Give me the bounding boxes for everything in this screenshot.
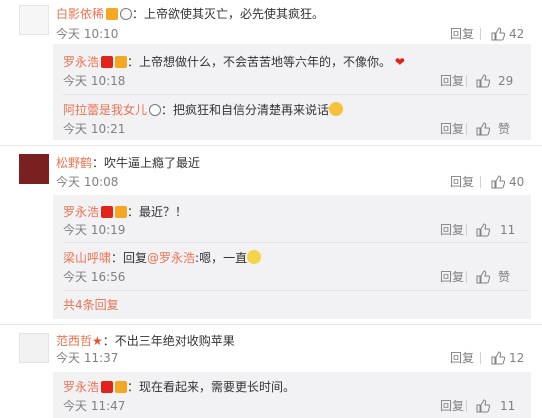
reply-button[interactable]: 回复 [440, 222, 464, 238]
reply-body: ：最近？！ [127, 205, 188, 219]
like-icon[interactable] [476, 270, 490, 284]
verified-icon [101, 56, 114, 68]
divider [480, 352, 481, 364]
vip-icon [115, 381, 128, 393]
avatar[interactable] [19, 333, 49, 363]
heart-icon: ❤ [394, 55, 405, 69]
divider [0, 324, 542, 325]
comment-body: ：吹牛逼上瘾了最近 [92, 156, 201, 170]
like-icon[interactable] [476, 399, 490, 413]
vip-icon [106, 8, 119, 20]
reply-text: 阿拉蕾是我女儿 ：把疯狂和自信分清楚再来说话 [63, 102, 344, 118]
more-replies-link[interactable]: 共4条回复 [63, 297, 119, 313]
vip-icon [115, 56, 128, 68]
timestamp: 今天 11:37 [56, 351, 119, 365]
like-icon[interactable] [491, 27, 505, 41]
comment-body: ：不出三年绝对收购苹果 [102, 334, 235, 348]
like-count: 29 [498, 74, 514, 88]
comment-text: 白影依稀 ：上帝欲使其灭亡，必先使其疯狂。 [56, 6, 324, 22]
timestamp: 今天 16:56 [63, 270, 126, 284]
verified-icon [101, 206, 114, 218]
emoji-icon [247, 250, 262, 264]
reply-button[interactable]: 回复 [450, 350, 474, 366]
verified-icon [101, 381, 114, 393]
reply-text: 罗永浩 ：现在看起来，需要更长时间。 [63, 379, 295, 395]
timestamp: 今天 11:47 [63, 399, 126, 413]
reply-author[interactable]: 梁山呼啸 [63, 251, 111, 265]
reply-author[interactable]: 罗永浩 [63, 55, 99, 69]
divider [466, 123, 467, 135]
divider [63, 290, 528, 291]
like-icon[interactable] [491, 351, 505, 365]
divider [466, 75, 467, 87]
star-icon: ★ [92, 334, 103, 348]
reply-button[interactable]: 回复 [440, 398, 464, 414]
panda-icon [120, 8, 133, 20]
reply-body: ：现在看起来，需要更长时间。 [127, 380, 296, 394]
comment-text: 松野鹤：吹牛逼上瘾了最近 [56, 155, 200, 171]
divider [0, 145, 542, 146]
reply-body: :嗯，一直 [195, 251, 248, 265]
comment-author[interactable]: 白影依稀 [56, 7, 104, 21]
like-button-label[interactable]: 赞 [498, 269, 510, 285]
reply-author[interactable]: 阿拉蕾是我女儿 [63, 103, 147, 117]
avatar[interactable] [19, 5, 49, 35]
like-icon[interactable] [476, 223, 490, 237]
reply-text: 罗永浩 ：上帝想做什么，不会苦苦地等六年的，不像你。 ❤ [63, 54, 405, 70]
like-count: 40 [509, 175, 525, 189]
divider [480, 176, 481, 188]
mention-link[interactable]: @罗永浩 [147, 251, 195, 265]
divider [63, 242, 528, 243]
avatar[interactable] [19, 154, 49, 184]
divider [480, 28, 481, 40]
reply-text: 梁山呼啸：回复@罗永浩:嗯，一直 [63, 250, 262, 266]
comment-text: 范西哲★：不出三年绝对收购苹果 [56, 333, 235, 349]
timestamp: 今天 10:18 [63, 74, 126, 88]
like-icon[interactable] [476, 122, 490, 136]
like-button-label[interactable]: 赞 [498, 121, 510, 137]
emoji-icon [329, 102, 344, 116]
reply-body: ：回复 [111, 251, 148, 265]
like-count: 11 [500, 223, 516, 237]
comment-body: ：上帝欲使其灭亡，必先使其疯狂。 [132, 7, 325, 21]
reply-body: ：上帝想做什么，不会苦苦地等六年的，不像你。 [127, 55, 392, 69]
reply-author[interactable]: 罗永浩 [63, 380, 99, 394]
divider [63, 94, 528, 95]
reply-button[interactable]: 回复 [440, 121, 464, 137]
timestamp: 今天 10:08 [56, 175, 119, 189]
like-icon[interactable] [476, 74, 490, 88]
timestamp: 今天 10:19 [63, 223, 126, 237]
timestamp: 今天 10:21 [63, 122, 126, 136]
reply-button[interactable]: 回复 [440, 269, 464, 285]
reply-author[interactable]: 罗永浩 [63, 205, 99, 219]
reply-button[interactable]: 回复 [440, 73, 464, 89]
reply-text: 罗永浩 ：最近？！ [63, 204, 187, 220]
timestamp: 今天 10:10 [56, 27, 119, 41]
vip-icon [115, 206, 128, 218]
reply-button[interactable]: 回复 [450, 174, 474, 190]
divider [466, 400, 467, 412]
comment-author[interactable]: 范西哲 [56, 334, 92, 348]
reply-button[interactable]: 回复 [450, 26, 474, 42]
reply-body: ：把疯狂和自信分清楚再来说话 [161, 103, 330, 117]
like-icon[interactable] [491, 175, 505, 189]
divider [466, 224, 467, 236]
like-count: 12 [509, 351, 525, 365]
divider [466, 271, 467, 283]
like-count: 42 [509, 27, 525, 41]
panda-icon [149, 104, 162, 116]
comment-author[interactable]: 松野鹤 [56, 156, 92, 170]
like-count: 11 [500, 399, 516, 413]
